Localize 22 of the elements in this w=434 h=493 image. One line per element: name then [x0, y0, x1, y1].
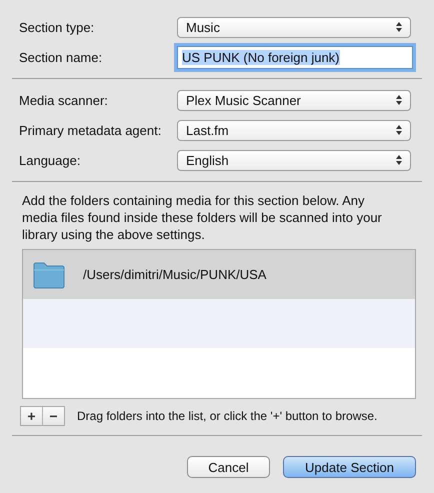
- popup-button[interactable]: Music: [177, 16, 411, 38]
- field-label: Language:: [18, 152, 82, 168]
- default-button[interactable]: Update Section: [283, 456, 416, 478]
- popup-button[interactable]: English: [177, 150, 411, 170]
- field-label: Section type:: [18, 20, 96, 34]
- field-label: Section name:: [18, 50, 104, 64]
- hint-text: Drag folders into the list, or click the '+' button to browse.: [77, 409, 378, 423]
- field-label: Primary metadata agent:: [18, 122, 162, 138]
- instructions-text: Add the folders containing media for this section below. Any media files found inside these folders will be scanned into your library using the above settings.: [22, 192, 383, 243]
- popup-button[interactable]: Plex Music Scanner: [177, 90, 411, 110]
- add-folder-button[interactable]: +: [21, 407, 42, 425]
- stepper-arrows-icon: [396, 95, 402, 105]
- folder-path: /Users/dimitri/Music/PUNK/USA: [83, 267, 266, 282]
- cancel-button[interactable]: Cancel: [187, 456, 270, 478]
- remove-folder-button[interactable]: −: [42, 407, 64, 425]
- popup-button[interactable]: Last.fm: [177, 120, 411, 140]
- folder-icon: [33, 260, 65, 288]
- stepper-arrows-icon: [396, 22, 402, 32]
- field-label: Media scanner:: [18, 92, 109, 108]
- folder-row[interactable]: /Users/dimitri/Music/PUNK/USA: [23, 250, 415, 299]
- stepper-arrows-icon: [396, 155, 402, 165]
- stepper-arrows-icon: [396, 125, 402, 135]
